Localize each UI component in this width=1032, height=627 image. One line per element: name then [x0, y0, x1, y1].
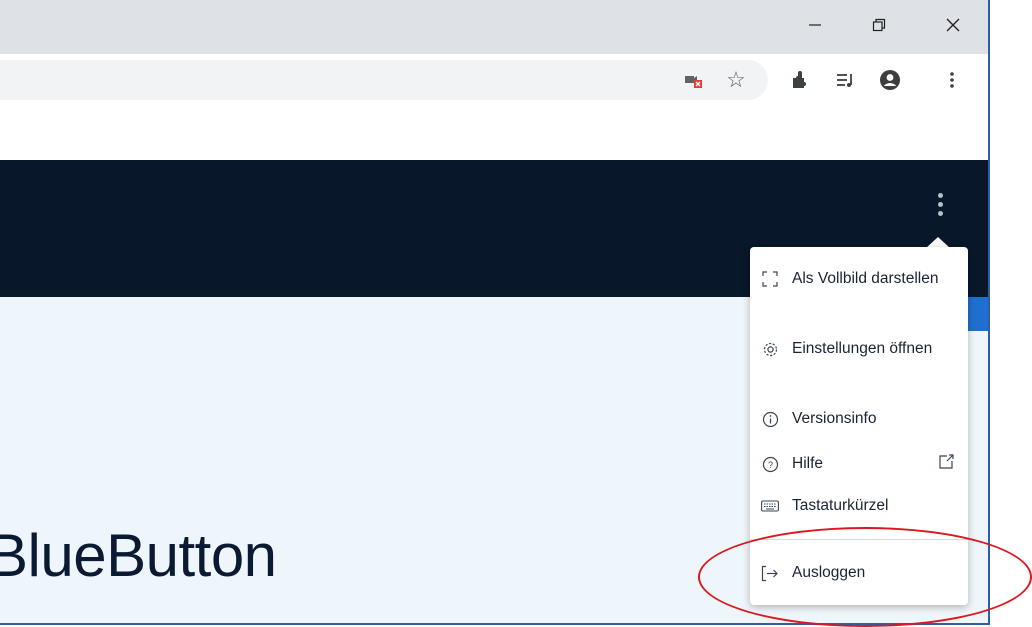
help-icon: ?	[760, 452, 780, 476]
page-top-strip	[0, 106, 988, 160]
camera-blocked-icon[interactable]	[680, 66, 708, 94]
star-icon[interactable]: ☆	[722, 66, 750, 94]
app-kebab-menu-button[interactable]	[930, 188, 950, 220]
menu-item-label: Versionsinfo	[792, 410, 877, 427]
menu-item-version-info[interactable]: Versionsinfo	[760, 407, 942, 431]
browser-toolbar: ☆	[0, 54, 988, 106]
menu-item-label: Hilfe	[792, 455, 824, 472]
info-icon	[760, 407, 780, 431]
menu-item-label: Als Vollbild darstellen	[792, 270, 939, 287]
menu-item-fullscreen[interactable]: Als Vollbild darstellen	[760, 267, 942, 291]
browser-menu-icon[interactable]	[938, 66, 966, 94]
menu-item-keyboard-shortcuts[interactable]: Tastaturkürzel	[760, 494, 942, 518]
close-icon	[946, 18, 960, 32]
kebab-dot	[937, 201, 943, 207]
blue-banner-edge	[966, 297, 988, 331]
app-dropdown-menu: Als Vollbild darstellen Einstellungen öf…	[750, 247, 968, 605]
menu-item-label: Einstellungen öffnen	[792, 340, 933, 357]
extensions-icon[interactable]	[786, 66, 814, 94]
kebab-dot	[937, 210, 943, 216]
browser-window: ☆ BlueButton Als Vollbild darstellen Ein…	[0, 0, 990, 625]
fullscreen-icon	[760, 267, 780, 291]
menu-item-settings[interactable]: Einstellungen öffnen	[760, 337, 942, 361]
svg-text:?: ?	[767, 460, 772, 470]
media-icon[interactable]	[832, 66, 860, 94]
restore-icon	[872, 18, 886, 32]
kebab-dot	[937, 192, 943, 198]
menu-item-logout[interactable]: Ausloggen	[760, 561, 942, 585]
restore-button[interactable]	[856, 0, 902, 50]
keyboard-icon	[760, 494, 780, 518]
address-bar[interactable]	[0, 60, 768, 100]
logout-icon	[760, 561, 780, 585]
profile-icon[interactable]	[876, 66, 904, 94]
menu-item-label: Tastaturkürzel	[792, 497, 889, 514]
minimize-button[interactable]	[792, 0, 838, 50]
menu-item-label: Ausloggen	[792, 564, 866, 581]
menu-item-help[interactable]: ? Hilfe	[760, 452, 942, 476]
app-title: BlueButton	[0, 522, 277, 589]
title-bar	[0, 0, 988, 54]
minimize-icon	[809, 24, 821, 26]
close-button[interactable]	[930, 0, 976, 50]
external-link-icon	[938, 453, 955, 475]
menu-divider	[750, 539, 968, 540]
gear-icon	[760, 337, 780, 361]
